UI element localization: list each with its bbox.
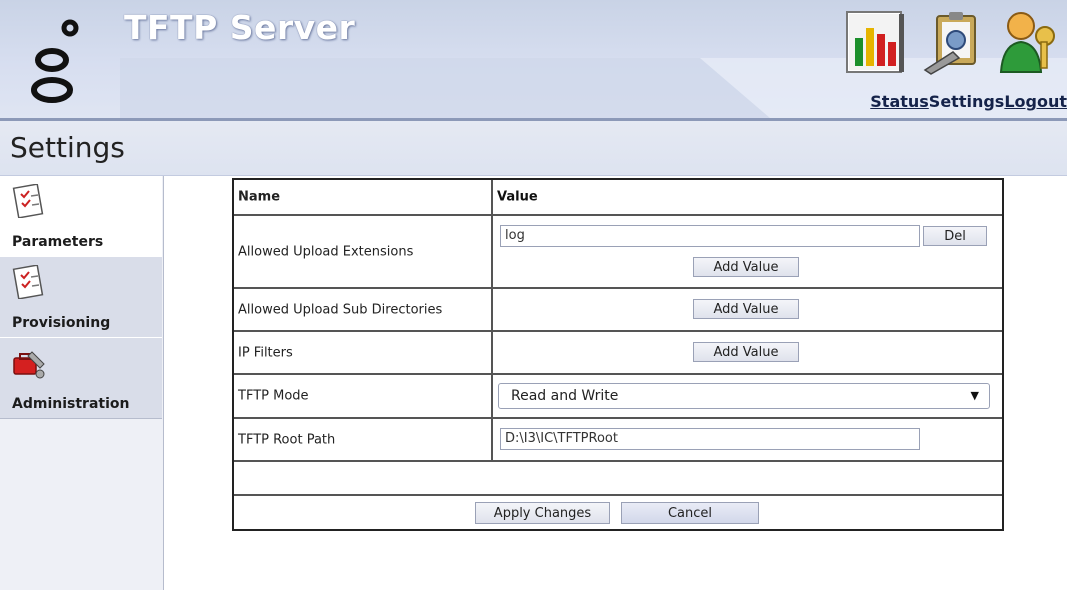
row-name-cell: TFTP Mode [234, 375, 493, 417]
footer-buttons: Apply Changes Cancel [234, 496, 1002, 529]
sidebar-item-administration[interactable]: Administration [0, 337, 162, 419]
provisioning-checklist-icon [12, 265, 44, 299]
column-header-value: Value [497, 189, 538, 205]
row-value-cell: Add Value [493, 332, 1002, 373]
row-label: Allowed Upload Sub Directories [238, 302, 443, 317]
row-value-cell: D:\I3\IC\TFTPRoot [493, 419, 1002, 460]
table-row: Allowed Upload Extensions log Del Add Va… [234, 214, 1002, 287]
row-name-cell: TFTP Root Path [234, 419, 493, 460]
row-label: Allowed Upload Extensions [238, 244, 414, 259]
sidebar-item-label: Provisioning [12, 315, 111, 331]
status-chart-icon[interactable] [843, 8, 907, 76]
page-title-bar: Settings [0, 121, 1067, 176]
app-header: TFTP Server StatusSettingsLogout [0, 0, 1067, 118]
sidebar: Parameters Provisioning Administration [0, 176, 164, 590]
table-row: TFTP Mode Read and Write ▼ [234, 373, 1002, 417]
status-link[interactable]: Status [870, 92, 929, 111]
add-value-button[interactable]: Add Value [693, 342, 799, 362]
root-path-input[interactable]: D:\I3\IC\TFTPRoot [500, 428, 920, 450]
table-row-empty [234, 460, 1002, 494]
table-row: IP Filters Add Value [234, 330, 1002, 373]
settings-link[interactable]: Settings [929, 92, 1005, 111]
sidebar-item-parameters[interactable]: Parameters [0, 176, 162, 256]
table-row: TFTP Root Path D:\I3\IC\TFTPRoot [234, 417, 1002, 460]
header-links: StatusSettingsLogout [870, 92, 1067, 111]
apply-changes-button[interactable]: Apply Changes [475, 502, 610, 524]
column-header-name: Name [238, 189, 281, 205]
sidebar-item-label: Administration [12, 396, 130, 412]
tftp-mode-select[interactable]: Read and Write ▼ [498, 383, 990, 409]
delete-value-button[interactable]: Del [923, 226, 987, 246]
cancel-button[interactable]: Cancel [621, 502, 759, 524]
logout-user-key-icon[interactable] [997, 8, 1061, 76]
settings-clipboard-icon[interactable] [923, 8, 987, 76]
row-value-cell: Add Value [493, 289, 1002, 330]
genesys-logo-icon [31, 19, 79, 103]
header-cell-value: Value [493, 180, 1002, 214]
sidebar-empty-area [0, 422, 162, 590]
row-value-cell: log Del Add Value [493, 216, 1002, 287]
app-title: TFTP Server [124, 8, 356, 47]
settings-table: Name Value Allowed Upload Extensions log… [232, 178, 1004, 531]
logout-link[interactable]: Logout [1004, 92, 1067, 111]
row-name-cell: Allowed Upload Sub Directories [234, 289, 493, 330]
sidebar-item-label: Parameters [12, 234, 104, 250]
row-name-cell: IP Filters [234, 332, 493, 373]
administration-toolbox-icon [13, 351, 45, 379]
row-label: TFTP Root Path [238, 432, 336, 447]
extension-value-input[interactable]: log [500, 225, 920, 247]
parameters-checklist-icon [12, 184, 44, 218]
table-row: Allowed Upload Sub Directories Add Value [234, 287, 1002, 330]
row-label: TFTP Mode [238, 388, 309, 404]
row-value-cell: Read and Write ▼ [493, 375, 1002, 417]
row-label: IP Filters [238, 345, 293, 360]
table-footer-row: Apply Changes Cancel [234, 494, 1002, 529]
add-value-button[interactable]: Add Value [693, 299, 799, 319]
tftp-mode-selected-value: Read and Write [511, 388, 619, 404]
add-value-button[interactable]: Add Value [693, 257, 799, 277]
dropdown-arrow-icon: ▼ [970, 389, 979, 402]
row-name-cell: Allowed Upload Extensions [234, 216, 493, 287]
table-header-row: Name Value [234, 180, 1002, 214]
header-cell-name: Name [234, 180, 493, 214]
page-title: Settings [10, 131, 125, 164]
sidebar-item-provisioning[interactable]: Provisioning [0, 256, 162, 338]
